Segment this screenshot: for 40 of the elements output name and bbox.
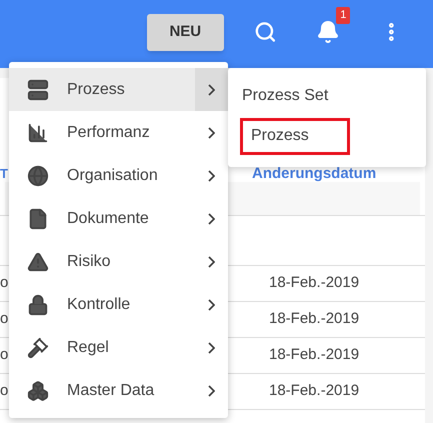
warning-icon — [27, 250, 49, 272]
notification-bell-icon[interactable] — [316, 20, 340, 44]
chevron-right-icon — [208, 126, 215, 138]
chevron-right-icon — [208, 384, 215, 396]
chevron-right-icon — [208, 212, 215, 224]
table-cell: o — [0, 346, 8, 364]
chevron-right-icon — [208, 298, 215, 310]
notification-badge: 1 — [336, 7, 350, 24]
table-cell-text: 18-Feb.-2019 — [269, 345, 360, 366]
menu-item[interactable]: Kontrolle — [9, 283, 228, 326]
menu-item[interactable]: Master Data — [9, 369, 228, 412]
chevron-right-icon — [208, 170, 215, 182]
gavel-icon — [27, 336, 49, 358]
table-cell-text: 18-Feb.-2019 — [269, 381, 360, 402]
column-header[interactable]: Anderungsdatum — [252, 166, 376, 182]
menu-item[interactable]: Performanz — [9, 111, 228, 154]
submenu-item[interactable]: Prozess Set — [240, 84, 328, 108]
menu-item[interactable]: Prozess — [9, 68, 228, 111]
new-button[interactable]: NEU — [147, 14, 224, 50]
menu-item[interactable]: Regel — [9, 326, 228, 369]
bar-chart-icon — [27, 122, 49, 144]
cubes-icon — [27, 380, 49, 402]
chevron-right-icon — [208, 342, 215, 354]
server-icon — [27, 78, 49, 100]
menu-item[interactable]: Dokumente — [9, 197, 228, 240]
table-cell: o — [0, 382, 8, 400]
menu-item[interactable]: Organisation — [9, 154, 228, 197]
table-cell: o — [0, 310, 8, 328]
globe-icon — [27, 164, 49, 186]
lock-icon — [27, 294, 49, 316]
table-cell: o — [0, 274, 8, 292]
chevron-right-icon — [208, 84, 215, 96]
submenu-item[interactable]: Prozess — [240, 118, 350, 154]
table-cell-text: 18-Feb.-2019 — [269, 273, 360, 294]
document-icon — [27, 208, 49, 230]
menu-item[interactable]: Risiko — [9, 240, 228, 283]
column-header[interactable]: T — [0, 166, 8, 181]
chevron-right-icon — [208, 256, 215, 268]
table-cell-text: 18-Feb.-2019 — [269, 309, 360, 330]
search-icon[interactable] — [254, 20, 276, 44]
